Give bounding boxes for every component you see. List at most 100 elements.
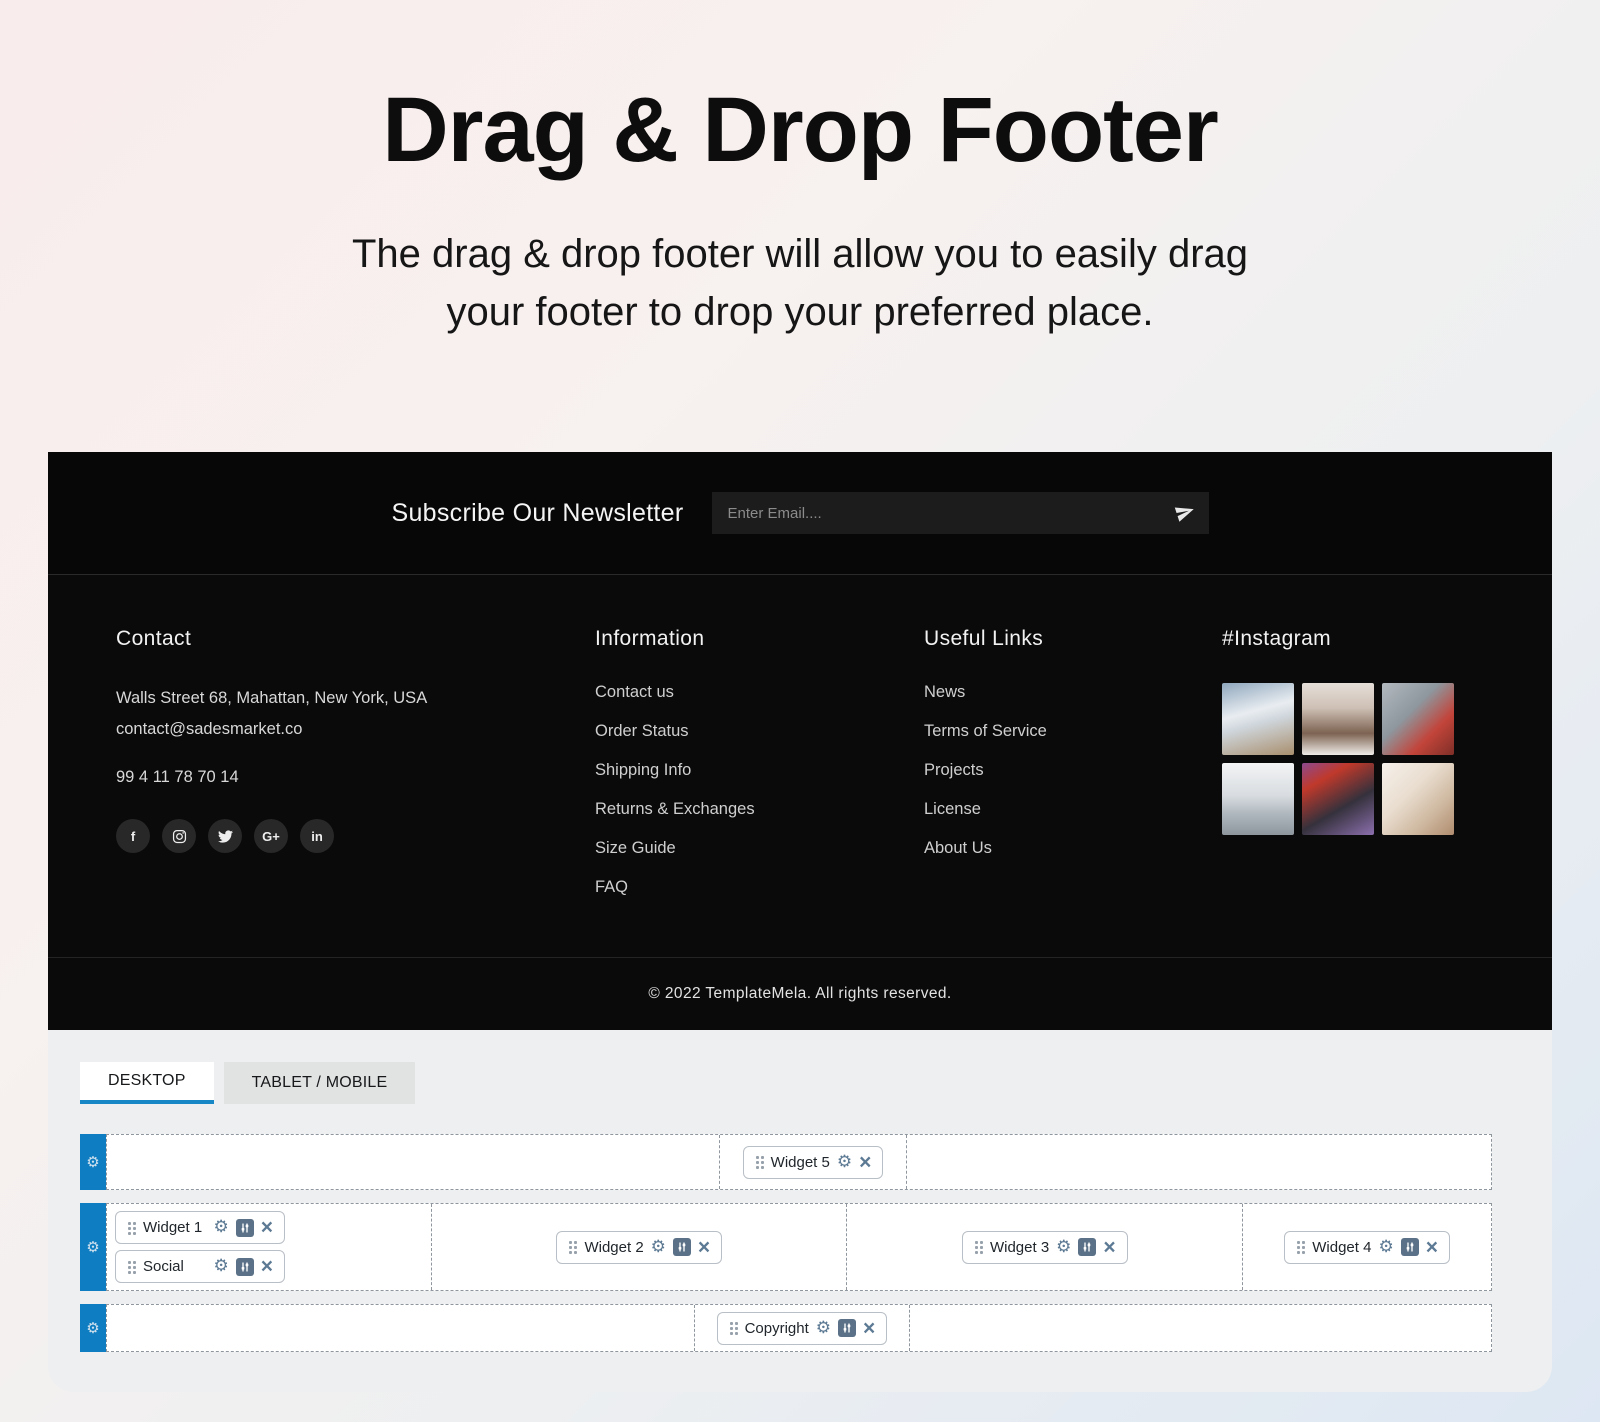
widget-chip-widget-4[interactable]: Widget 4 ⚙ × [1284, 1231, 1450, 1264]
widget-chip-widget-1[interactable]: Widget 1 ⚙ × [115, 1211, 285, 1244]
widget-chip-social[interactable]: Social ⚙ × [115, 1250, 285, 1283]
social-links: f G+ in [116, 819, 595, 853]
row-settings-bar[interactable]: ⚙ [80, 1203, 106, 1291]
drop-cell[interactable]: Widget 1 ⚙ × Social ⚙ [107, 1204, 432, 1290]
drag-handle-icon[interactable] [974, 1240, 983, 1254]
footer-link[interactable]: Terms of Service [924, 722, 1222, 741]
paper-plane-icon [1175, 502, 1195, 525]
contact-email[interactable]: contact@sadesmarket.co [116, 714, 595, 745]
tab-tablet-mobile[interactable]: TABLET / MOBILE [224, 1062, 416, 1104]
tab-desktop[interactable]: DESKTOP [80, 1062, 214, 1104]
drop-cell[interactable]: Copyright ⚙ × [695, 1305, 910, 1351]
sliders-icon[interactable] [673, 1238, 691, 1256]
row-settings-bar[interactable]: ⚙ [80, 1304, 106, 1352]
gear-icon[interactable]: ⚙ [651, 1239, 666, 1256]
information-links: Contact us Order Status Shipping Info Re… [595, 683, 924, 897]
gear-icon[interactable]: ⚙ [1056, 1239, 1071, 1256]
close-icon[interactable]: × [1426, 1237, 1438, 1258]
gear-icon[interactable]: ⚙ [213, 1219, 228, 1236]
useful-links: News Terms of Service Projects License A… [924, 683, 1222, 858]
close-icon[interactable]: × [698, 1237, 710, 1258]
page-subtitle: The drag & drop footer will allow you to… [0, 225, 1600, 341]
contact-address: Walls Street 68, Mahattan, New York, USA [116, 683, 595, 714]
drag-handle-icon[interactable] [729, 1321, 738, 1335]
close-icon[interactable]: × [261, 1256, 273, 1277]
widget-chip-widget-5[interactable]: Widget 5 ⚙ × [743, 1146, 884, 1179]
newsletter-title: Subscribe Our Newsletter [391, 499, 683, 528]
widget-chip-widget-2[interactable]: Widget 2 ⚙ × [556, 1231, 722, 1264]
close-icon[interactable]: × [863, 1318, 875, 1339]
row-body: Copyright ⚙ × [106, 1304, 1492, 1352]
widget-chip-copyright[interactable]: Copyright ⚙ × [717, 1312, 888, 1345]
drop-cell[interactable] [107, 1305, 695, 1351]
contact-heading: Contact [116, 627, 595, 651]
email-input[interactable] [728, 505, 1175, 522]
instagram-photo-girl-glasses[interactable] [1302, 683, 1374, 755]
facebook-glyph: f [131, 829, 135, 844]
instagram-photo-cyclist[interactable] [1222, 683, 1294, 755]
instagram-photo-firefighter[interactable] [1302, 763, 1374, 835]
footer-link[interactable]: Order Status [595, 722, 924, 741]
gear-icon[interactable]: ⚙ [837, 1154, 852, 1171]
gear-icon[interactable]: ⚙ [213, 1258, 228, 1275]
sliders-icon[interactable] [838, 1319, 856, 1337]
footer-link[interactable]: FAQ [595, 878, 924, 897]
row-body: Widget 5 ⚙ × [106, 1134, 1492, 1190]
instagram-photo-bedroom[interactable] [1222, 763, 1294, 835]
footer-link[interactable]: Returns & Exchanges [595, 800, 924, 819]
facebook-icon[interactable]: f [116, 819, 150, 853]
drag-handle-icon[interactable] [127, 1221, 136, 1235]
footer-link[interactable]: About Us [924, 839, 1222, 858]
sliders-icon[interactable] [1078, 1238, 1096, 1256]
footer-link[interactable]: Projects [924, 761, 1222, 780]
drop-cell[interactable]: Widget 4 ⚙ × [1243, 1204, 1491, 1290]
sliders-icon[interactable] [1401, 1238, 1419, 1256]
gear-icon[interactable]: ⚙ [86, 1321, 99, 1336]
close-icon[interactable]: × [859, 1152, 871, 1173]
drop-cell[interactable] [907, 1135, 1491, 1189]
sliders-icon[interactable] [236, 1258, 254, 1276]
widget-label: Widget 5 [771, 1154, 830, 1171]
builder-tabs: DESKTOP TABLET / MOBILE [80, 1062, 1552, 1104]
instagram-grid [1222, 683, 1484, 835]
drop-cell[interactable] [107, 1135, 720, 1189]
drop-cell[interactable]: Widget 3 ⚙ × [847, 1204, 1243, 1290]
close-icon[interactable]: × [1103, 1237, 1115, 1258]
footer-link[interactable]: News [924, 683, 1222, 702]
page-title: Drag & Drop Footer [0, 78, 1600, 183]
gear-icon[interactable]: ⚙ [816, 1320, 831, 1337]
footer-builder: DESKTOP TABLET / MOBILE ⚙ Widget 5 ⚙ × [48, 1030, 1552, 1392]
footer-link[interactable]: Contact us [595, 683, 924, 702]
gear-icon[interactable]: ⚙ [1378, 1239, 1393, 1256]
footer-link[interactable]: Size Guide [595, 839, 924, 858]
instagram-photo-mechanic[interactable] [1382, 683, 1454, 755]
row-settings-bar[interactable]: ⚙ [80, 1134, 106, 1190]
instagram-photo-wedding[interactable] [1382, 763, 1454, 835]
builder-row-2: ⚙ Widget 1 ⚙ × [80, 1203, 1492, 1291]
footer-preview: Subscribe Our Newsletter Contact Walls S… [48, 452, 1552, 1030]
twitter-icon[interactable] [208, 819, 242, 853]
widget-chip-widget-3[interactable]: Widget 3 ⚙ × [962, 1231, 1128, 1264]
linkedin-icon[interactable]: in [300, 819, 334, 853]
drag-handle-icon[interactable] [127, 1260, 136, 1274]
drop-cell[interactable]: Widget 5 ⚙ × [720, 1135, 907, 1189]
drag-handle-icon[interactable] [1296, 1240, 1305, 1254]
drag-handle-icon[interactable] [568, 1240, 577, 1254]
drag-handle-icon[interactable] [755, 1155, 764, 1169]
newsletter-email-box [712, 492, 1209, 534]
gear-icon[interactable]: ⚙ [86, 1155, 99, 1170]
close-icon[interactable]: × [261, 1217, 273, 1238]
contact-phone[interactable]: 99 4 11 78 70 14 [116, 768, 595, 787]
instagram-icon[interactable] [162, 819, 196, 853]
widget-label: Copyright [745, 1320, 809, 1337]
footer-link[interactable]: License [924, 800, 1222, 819]
google-plus-icon[interactable]: G+ [254, 819, 288, 853]
send-button[interactable] [1175, 502, 1195, 525]
useful-links-heading: Useful Links [924, 627, 1222, 651]
sliders-icon[interactable] [236, 1219, 254, 1237]
newsletter-bar: Subscribe Our Newsletter [48, 452, 1552, 575]
footer-link[interactable]: Shipping Info [595, 761, 924, 780]
gear-icon[interactable]: ⚙ [86, 1240, 99, 1255]
drop-cell[interactable] [910, 1305, 1491, 1351]
drop-cell[interactable]: Widget 2 ⚙ × [432, 1204, 847, 1290]
